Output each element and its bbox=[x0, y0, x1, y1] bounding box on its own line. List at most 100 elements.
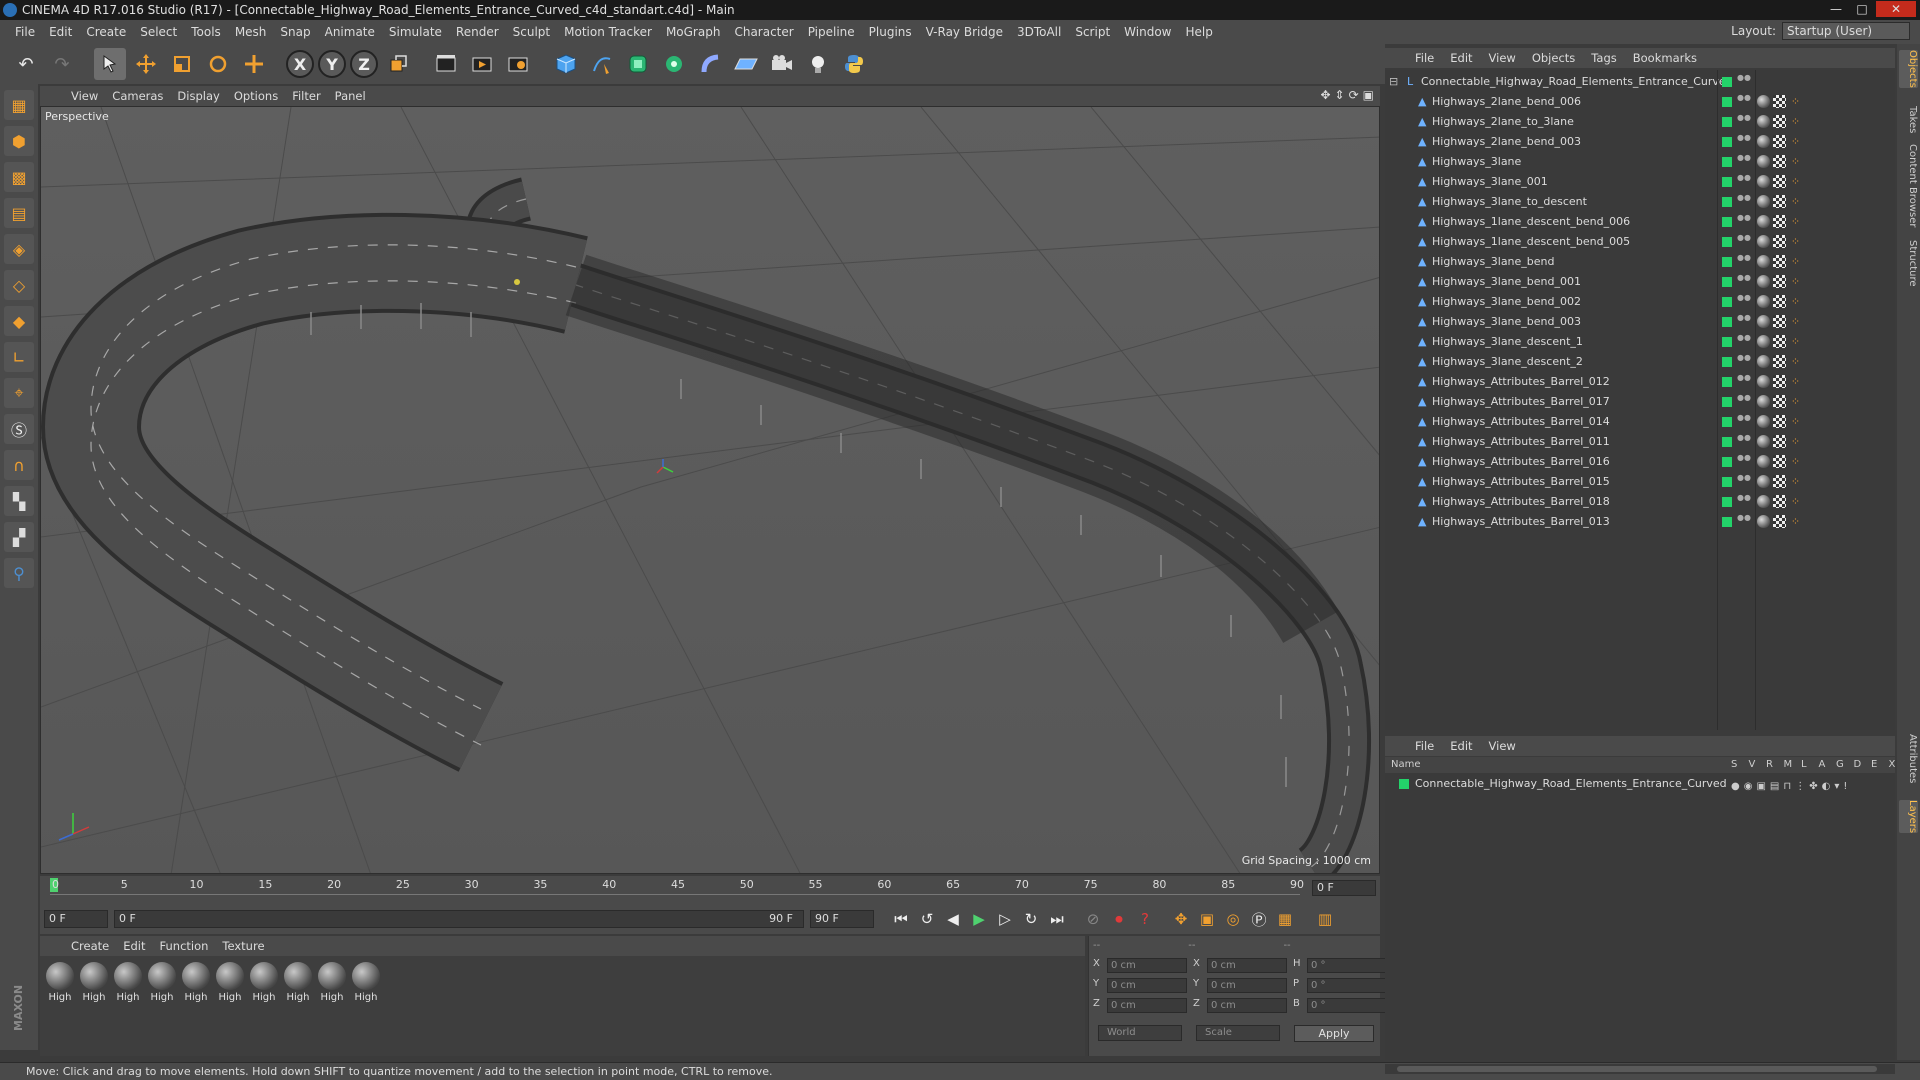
material-preview-icon[interactable] bbox=[182, 962, 210, 990]
object-name[interactable]: Highways_Attributes_Barrel_017 bbox=[1432, 392, 1610, 412]
material-name[interactable]: High bbox=[287, 992, 310, 1003]
material-tag-icon[interactable] bbox=[1757, 155, 1770, 168]
minimize-button[interactable]: — bbox=[1824, 1, 1848, 17]
material-menu-create[interactable]: Create bbox=[64, 939, 116, 953]
visibility-dots-icon[interactable]: ●● bbox=[1737, 214, 1751, 230]
layer-column-header[interactable]: S bbox=[1731, 757, 1737, 773]
material-preview-icon[interactable] bbox=[216, 962, 244, 990]
material-swatch[interactable]: High bbox=[248, 962, 280, 1050]
z-axis-lock-icon[interactable]: Z bbox=[350, 50, 378, 78]
uvw-tag-icon[interactable] bbox=[1773, 515, 1786, 528]
material-swatch[interactable]: High bbox=[44, 962, 76, 1050]
menu-v-ray-bridge[interactable]: V-Ray Bridge bbox=[919, 25, 1010, 39]
transform-mode-dropdown[interactable]: Scale bbox=[1196, 1025, 1280, 1041]
material-tag-icon[interactable] bbox=[1757, 235, 1770, 248]
object-name[interactable]: Highways_3lane_bend_003 bbox=[1432, 312, 1581, 332]
object-menu-edit[interactable]: Edit bbox=[1442, 51, 1480, 65]
object-row[interactable]: ▲ Highways_Attributes_Barrel_017 ●● ⁘ bbox=[1385, 392, 1895, 412]
autokeying-icon[interactable]: ? bbox=[1132, 907, 1158, 931]
layer-color-swatch[interactable] bbox=[1722, 177, 1732, 187]
menu-window[interactable]: Window bbox=[1117, 25, 1178, 39]
menu-file[interactable]: File bbox=[8, 25, 42, 39]
layer-column-header[interactable]: G bbox=[1836, 757, 1844, 773]
material-swatch[interactable]: High bbox=[180, 962, 212, 1050]
layer-color-swatch[interactable] bbox=[1722, 217, 1732, 227]
visibility-dots-icon[interactable]: ●● bbox=[1737, 254, 1751, 270]
object-row[interactable]: ▲ Highways_3lane_descent_1 ●● ⁘ bbox=[1385, 332, 1895, 352]
object-name[interactable]: Highways_2lane_bend_006 bbox=[1432, 92, 1581, 112]
animation-flag-icon[interactable]: ⋮ bbox=[1795, 778, 1805, 796]
material-tag-icon[interactable] bbox=[1757, 495, 1770, 508]
model-mode-icon[interactable]: ⬢ bbox=[4, 126, 34, 156]
layer-color-swatch[interactable] bbox=[1722, 397, 1732, 407]
texture-tag-icon[interactable]: ⁘ bbox=[1789, 195, 1802, 208]
material-tag-icon[interactable] bbox=[1757, 375, 1770, 388]
uvw-tag-icon[interactable] bbox=[1773, 275, 1786, 288]
object-row[interactable]: ▲ Highways_3lane_to_descent ●● ⁘ bbox=[1385, 192, 1895, 212]
visibility-dots-icon[interactable]: ●● bbox=[1737, 314, 1751, 330]
layer-color-swatch[interactable] bbox=[1722, 237, 1732, 247]
texture-tag-icon[interactable]: ⁘ bbox=[1789, 475, 1802, 488]
menu-simulate[interactable]: Simulate bbox=[382, 25, 449, 39]
coordinate-system-dropdown[interactable]: World bbox=[1098, 1025, 1182, 1041]
layer-color-swatch[interactable] bbox=[1722, 477, 1732, 487]
material-tag-icon[interactable] bbox=[1757, 115, 1770, 128]
go-to-end-icon[interactable]: ⏭ bbox=[1044, 907, 1070, 931]
layer-color-swatch[interactable] bbox=[1722, 357, 1732, 367]
texture-mode-icon[interactable]: ▩ bbox=[4, 162, 34, 192]
material-swatch[interactable]: High bbox=[316, 962, 348, 1050]
object-row[interactable]: ▲ Highways_Attributes_Barrel_016 ●● ⁘ bbox=[1385, 452, 1895, 472]
material-tag-icon[interactable] bbox=[1757, 135, 1770, 148]
viewport-menu-panel[interactable]: Panel bbox=[328, 89, 373, 103]
material-preview-icon[interactable] bbox=[318, 962, 346, 990]
object-menu-view[interactable]: View bbox=[1481, 51, 1524, 65]
object-name[interactable]: Highways_3lane_bend_001 bbox=[1432, 272, 1581, 292]
viewport-menu-display[interactable]: Display bbox=[170, 89, 226, 103]
visibility-dots-icon[interactable]: ●● bbox=[1737, 194, 1751, 210]
object-row[interactable]: ▲ Highways_3lane_bend_002 ●● ⁘ bbox=[1385, 292, 1895, 312]
material-preview-icon[interactable] bbox=[80, 962, 108, 990]
uvw-tag-icon[interactable] bbox=[1773, 175, 1786, 188]
layer-color-swatch[interactable] bbox=[1722, 277, 1732, 287]
texture-tag-icon[interactable]: ⁘ bbox=[1789, 395, 1802, 408]
menu-script[interactable]: Script bbox=[1068, 25, 1117, 39]
uvw-tag-icon[interactable] bbox=[1773, 155, 1786, 168]
menu-mograph[interactable]: MoGraph bbox=[659, 25, 728, 39]
menu-3dtoall[interactable]: 3DToAll bbox=[1010, 25, 1068, 39]
layer-column-header[interactable]: V bbox=[1749, 757, 1756, 773]
side-tab-content-browser[interactable]: Content Browser bbox=[1899, 144, 1918, 227]
uvw-tag-icon[interactable] bbox=[1773, 475, 1786, 488]
position-field[interactable]: 0 cm bbox=[1107, 978, 1187, 993]
apply-button[interactable]: Apply bbox=[1294, 1025, 1374, 1042]
layer-color-swatch[interactable] bbox=[1722, 257, 1732, 267]
uvw-tag-icon[interactable] bbox=[1773, 355, 1786, 368]
material-preview-icon[interactable] bbox=[148, 962, 176, 990]
layer-row[interactable]: Connectable_Highway_Road_Elements_Entran… bbox=[1385, 775, 1895, 793]
material-swatch[interactable]: High bbox=[146, 962, 178, 1050]
layer-color-swatch[interactable] bbox=[1722, 317, 1732, 327]
object-row[interactable]: ▲ Highways_Attributes_Barrel_014 ●● ⁘ bbox=[1385, 412, 1895, 432]
material-tag-icon[interactable] bbox=[1757, 435, 1770, 448]
texture-tag-icon[interactable]: ⁘ bbox=[1789, 155, 1802, 168]
layer-column-header[interactable]: D bbox=[1854, 757, 1862, 773]
visibility-dots-icon[interactable]: ●● bbox=[1737, 74, 1751, 90]
visible-flag-icon[interactable]: ◉ bbox=[1744, 778, 1753, 796]
visibility-dots-icon[interactable]: ●● bbox=[1737, 374, 1751, 390]
layer-color-swatch[interactable] bbox=[1722, 377, 1732, 387]
material-name[interactable]: High bbox=[117, 992, 140, 1003]
texture-tag-icon[interactable]: ⁘ bbox=[1789, 95, 1802, 108]
visibility-dots-icon[interactable]: ●● bbox=[1737, 234, 1751, 250]
uvw-tag-icon[interactable] bbox=[1773, 115, 1786, 128]
layer-menu-edit[interactable]: Edit bbox=[1442, 739, 1480, 753]
material-tag-icon[interactable] bbox=[1757, 95, 1770, 108]
material-preview-icon[interactable] bbox=[352, 962, 380, 990]
uvw-tag-icon[interactable] bbox=[1773, 435, 1786, 448]
key-scale-icon[interactable]: ▣ bbox=[1194, 907, 1220, 931]
uvw-tag-icon[interactable] bbox=[1773, 135, 1786, 148]
object-name[interactable]: Highways_Attributes_Barrel_015 bbox=[1432, 472, 1610, 492]
visibility-dots-icon[interactable]: ●● bbox=[1737, 354, 1751, 370]
pan-icon[interactable]: ✥ bbox=[1320, 88, 1330, 102]
generators-flag-icon[interactable]: ✤ bbox=[1809, 778, 1817, 796]
cube-primitive-icon[interactable] bbox=[550, 48, 582, 80]
object-menu-tags[interactable]: Tags bbox=[1583, 51, 1624, 65]
